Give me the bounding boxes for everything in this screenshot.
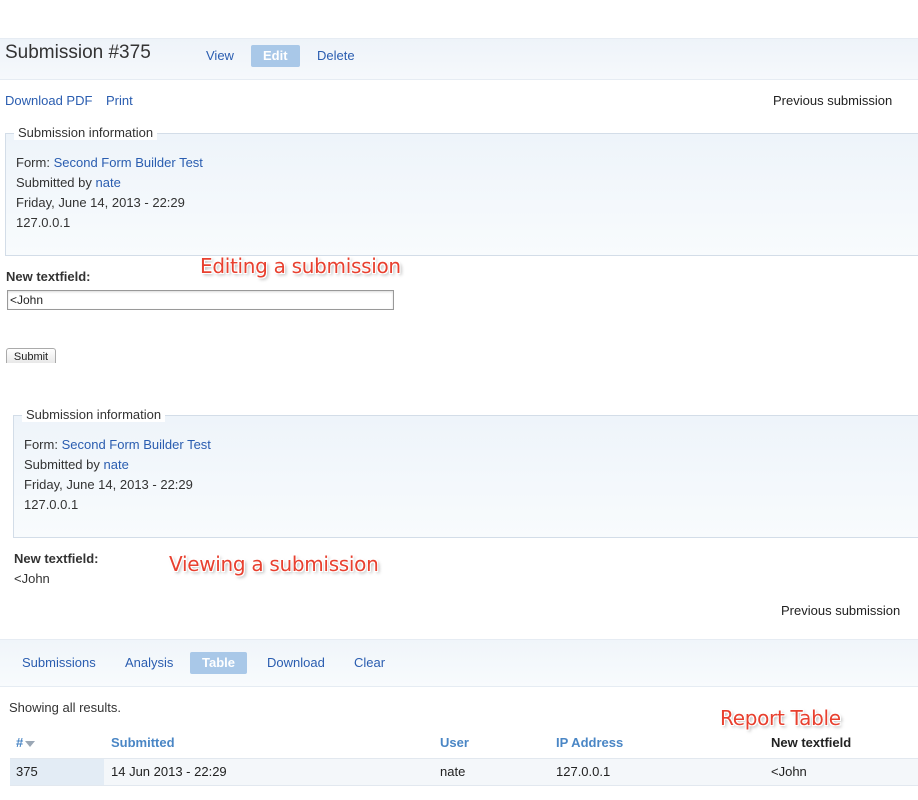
page-title: Submission #375: [5, 42, 151, 63]
user-link[interactable]: nate: [96, 175, 121, 190]
tab-download[interactable]: Download: [255, 652, 337, 674]
textfield-input[interactable]: [7, 290, 394, 310]
row-id-link[interactable]: 375: [16, 764, 38, 779]
tab-delete[interactable]: Delete: [305, 45, 367, 67]
tab-table[interactable]: Table: [190, 652, 247, 674]
view-form-name-link[interactable]: Second Form Builder Test: [62, 437, 211, 452]
column-header-submitted[interactable]: Submitted: [111, 735, 175, 750]
view-fieldset-legend: Submission information: [22, 407, 166, 422]
tab-edit[interactable]: Edit: [251, 45, 300, 67]
results-status: Showing all results.: [9, 700, 121, 715]
form-name-link[interactable]: Second Form Builder Test: [54, 155, 203, 170]
tab-submissions[interactable]: Submissions: [10, 652, 108, 674]
submission-ip: 127.0.0.1: [16, 215, 71, 230]
row-ip: 127.0.0.1: [556, 764, 611, 779]
fieldset-legend: Submission information: [14, 125, 158, 140]
column-header-user[interactable]: User: [440, 735, 469, 750]
annotation-editing: Editing a submission: [200, 254, 401, 278]
annotation-report-table: Report Table: [720, 706, 841, 730]
submitted-by-line: Submitted by nate: [16, 175, 121, 190]
annotation-viewing: Viewing a submission: [169, 552, 379, 576]
row-user-link[interactable]: nate: [440, 764, 465, 779]
download-pdf-link[interactable]: Download PDF: [5, 93, 92, 108]
view-textfield-label: New textfield:: [14, 551, 99, 566]
tab-clear[interactable]: Clear: [342, 652, 397, 674]
column-header-ip[interactable]: IP Address: [556, 735, 623, 750]
view-form-label: Form:: [24, 437, 58, 452]
view-user-link[interactable]: nate: [104, 457, 129, 472]
row-submitted: 14 Jun 2013 - 22:29: [111, 764, 227, 779]
form-label: Form:: [16, 155, 50, 170]
tab-view[interactable]: View: [194, 45, 246, 67]
column-header-id-label: #: [16, 735, 24, 750]
submission-date: Friday, June 14, 2013 - 22:29: [16, 195, 185, 210]
view-submission-date: Friday, June 14, 2013 - 22:29: [24, 477, 193, 492]
tab-analysis[interactable]: Analysis: [113, 652, 185, 674]
row-textfield: <John: [771, 764, 807, 779]
print-link[interactable]: Print: [106, 93, 133, 108]
form-line: Form: Second Form Builder Test: [16, 155, 203, 170]
view-submitted-by-label: Submitted by: [24, 457, 100, 472]
sort-desc-icon: [25, 740, 36, 747]
view-form-line: Form: Second Form Builder Test: [24, 437, 211, 452]
view-textfield-value: <John: [14, 571, 50, 586]
column-header-id[interactable]: #: [16, 735, 36, 750]
column-header-textfield: New textfield: [771, 735, 852, 750]
view-previous-submission-link[interactable]: Previous submission: [781, 603, 900, 618]
submit-button[interactable]: Submit: [6, 348, 56, 363]
view-submission-ip: 127.0.0.1: [24, 497, 79, 512]
submitted-by-label: Submitted by: [16, 175, 92, 190]
previous-submission-link[interactable]: Previous submission: [773, 93, 892, 108]
view-submitted-by-line: Submitted by nate: [24, 457, 129, 472]
textfield-label: New textfield:: [6, 269, 91, 284]
